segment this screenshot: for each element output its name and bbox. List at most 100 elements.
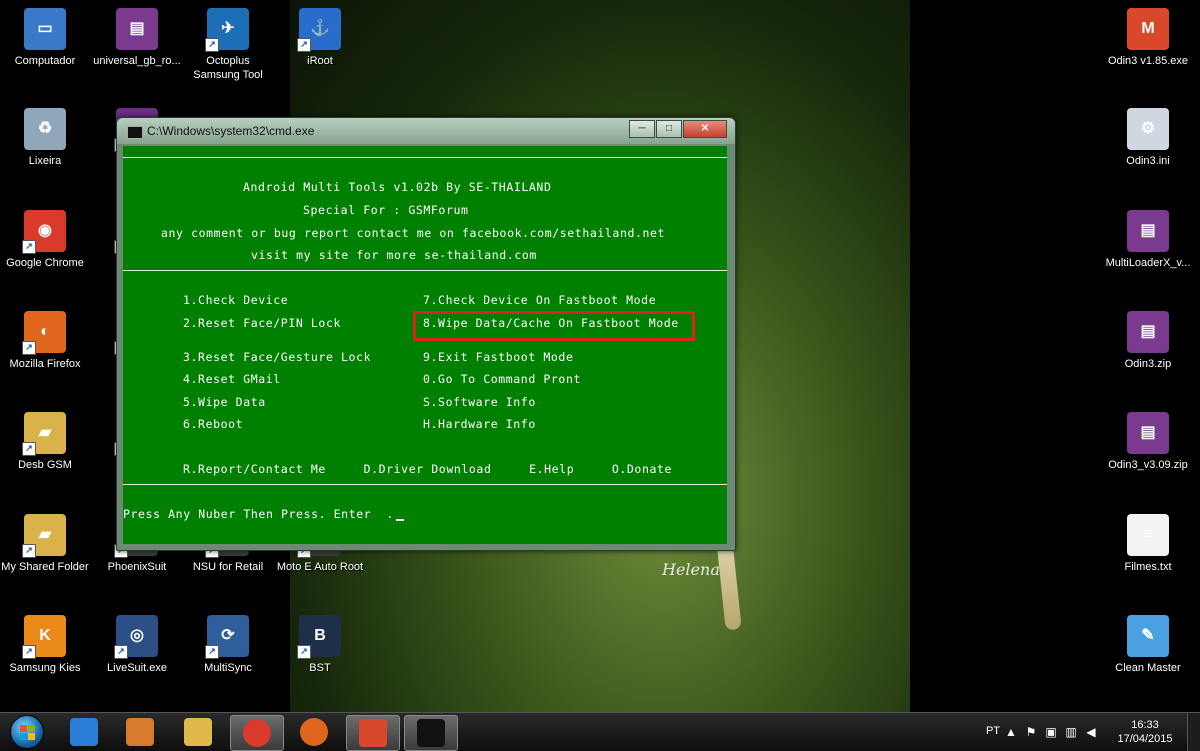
desktop-icon[interactable]: ▤ Odin3.zip [1103,311,1193,371]
desktop-icon[interactable]: ▤ Odin3_v3.09.zip [1103,412,1193,472]
language-indicator[interactable]: PT [986,725,1000,737]
taskbar-button[interactable] [230,715,284,751]
computer-icon: ▭ [24,8,66,50]
shortcut-arrow-icon: ↗ [22,442,36,456]
prompt-line[interactable]: Press Any Nuber Then Press. Enter . [123,507,404,521]
wallpaper-signature: Helena [662,560,720,579]
desktop-icon[interactable]: ◉ ↗ Google Chrome [0,210,90,270]
menu-option-3: 3.Reset Face/Gesture Lock [183,350,372,364]
maximize-button[interactable]: □ [656,120,682,138]
winrar-archive-icon: ▤ [1127,311,1169,353]
desktop-icon-label: MultiLoaderX_v... [1105,257,1191,269]
kies-icon: K ↗ [22,615,66,659]
menu-option-h: H.Hardware Info [423,417,536,431]
show-hidden-icons-icon[interactable]: ▲ [1004,725,1018,739]
network-icon[interactable]: ▥ [1064,725,1078,739]
config-file-icon: ⚙ [1127,108,1169,150]
minimize-button[interactable]: ─ [629,120,655,138]
console-output[interactable]: Android Multi Tools v1.02b By SE-THAILAN… [123,146,727,544]
shortcut-arrow-icon: ↗ [205,645,219,659]
menu-option-s: S.Software Info [423,395,536,409]
desktop-icon-label: Samsung Kies [9,662,81,674]
desktop-icon[interactable]: ≡ Filmes.txt [1103,514,1193,574]
shortcut-arrow-icon: ↗ [22,341,36,355]
desktop-icon[interactable]: M Odin3 v1.85.exe [1103,8,1193,68]
desktop-icon-label: PhoenixSuit [107,561,167,573]
desktop-icon[interactable]: K ↗ Samsung Kies [0,615,90,675]
show-desktop-button[interactable] [1187,713,1200,751]
device-icon[interactable]: ▣ [1044,725,1058,739]
desktop-icon[interactable]: B ↗ BST [275,615,365,675]
desktop-icon[interactable]: ✎ Clean Master [1103,615,1193,675]
taskbar-button[interactable] [346,715,400,751]
desktop-icon[interactable]: ⟳ ↗ MultiSync [183,615,273,675]
volume-icon[interactable]: ◀ [1084,725,1098,739]
livesuit-icon: ◎ ↗ [114,615,158,659]
start-button[interactable] [2,713,52,751]
divider [123,270,727,271]
desktop-icon-label: Lixeira [28,155,62,167]
shortcut-arrow-icon: ↗ [114,645,128,659]
recycle-bin-icon: ♻ [24,108,66,150]
folder-icon: ▰ ↗ [22,412,66,456]
desktop-icon[interactable]: ◎ ↗ LiveSuit.exe [92,615,182,675]
cmd-titlebar[interactable]: C:\Windows\system32\cmd.exe ─ □ ✕ [117,118,735,144]
desktop-icon-label: Clean Master [1115,662,1181,674]
shortcut-arrow-icon: ↗ [297,38,311,52]
footer-options: R.Report/Contact Me D.Driver Download E.… [183,462,673,476]
explorer-icon [184,718,212,746]
close-button[interactable]: ✕ [683,120,727,138]
clock-time: 16:33 [1131,719,1159,731]
odin-icon: M [1127,8,1169,50]
taskbar-button[interactable] [172,715,224,749]
shortcut-arrow-icon: ↗ [22,544,36,558]
menu-option-7: 7.Check Device On Fastboot Mode [423,293,657,307]
header-special-line: Special For : GSMForum [303,203,469,217]
firefox-icon [300,718,328,746]
menu-option-2: 2.Reset Face/PIN Lock [183,316,341,330]
desktop-icon-label: Octoplus Samsung Tool [193,55,263,81]
shortcut-arrow-icon: ↗ [205,38,219,52]
sync-icon: ⟳ ↗ [205,615,249,659]
desktop-icon[interactable]: ✈ ↗ Octoplus Samsung Tool [183,8,273,82]
text-cursor [395,519,404,521]
header-title-line: Android Multi Tools v1.02b By SE-THAILAN… [243,180,552,194]
header-site-line: visit my site for more se-thailand.com [251,248,537,262]
desktop-icon[interactable]: ▰ ↗ My Shared Folder [0,514,90,574]
odin-icon [359,719,387,747]
divider [123,157,727,158]
action-center-flag-icon[interactable]: ⚑ [1024,725,1038,739]
windows-logo-icon [10,715,44,749]
broom-icon: ✎ [1127,615,1169,657]
taskbar-button[interactable] [114,715,166,749]
desktop-icon-label: universal_gb_ro... [93,55,181,67]
cmd-window[interactable]: C:\Windows\system32\cmd.exe ─ □ ✕ Androi… [116,117,736,551]
desktop-icon-label: MultiSync [204,662,252,674]
clock-date: 17/04/2015 [1117,733,1173,745]
desktop-icon[interactable]: ▤ universal_gb_ro... [92,8,182,68]
taskbar-button[interactable] [404,715,458,751]
clock[interactable]: 16:33 17/04/2015 [1110,718,1180,746]
desktop-icon[interactable]: ▤ MultiLoaderX_v... [1103,210,1193,270]
bst-icon: B ↗ [297,615,341,659]
desktop-icon[interactable]: ▭ Computador [0,8,90,68]
taskbar-button[interactable] [58,715,110,749]
desktop-icon[interactable]: ▰ ↗ Desb GSM [0,412,90,472]
menu-option-5: 5.Wipe Data [183,395,266,409]
taskbar-button[interactable] [288,715,340,749]
prompt-text: Press Any Nuber Then Press. Enter . [123,507,394,521]
taskbar: PT ▲ ⚑ ▣ ▥ ◀ 16:33 17/04/2015 [0,712,1200,751]
desktop-icon[interactable]: ⚙ Odin3.ini [1103,108,1193,168]
menu-option-0: 0.Go To Command Pront [423,372,581,386]
chrome-icon: ◉ ↗ [22,210,66,254]
cmd-icon [417,719,445,747]
desktop-icon[interactable]: ♻ Lixeira [0,108,90,168]
cmd-icon [127,126,143,139]
desktop-icon-label: Odin3 v1.85.exe [1107,55,1189,67]
firefox-icon: ◐ ↗ [22,311,66,355]
desktop-icon[interactable]: ⚓ ↗ iRoot [275,8,365,68]
desktop-icon-label: Moto E Auto Root [276,561,364,573]
desktop-icon[interactable]: ◐ ↗ Mozilla Firefox [0,311,90,371]
shortcut-arrow-icon: ↗ [297,645,311,659]
chrome-icon [243,719,271,747]
